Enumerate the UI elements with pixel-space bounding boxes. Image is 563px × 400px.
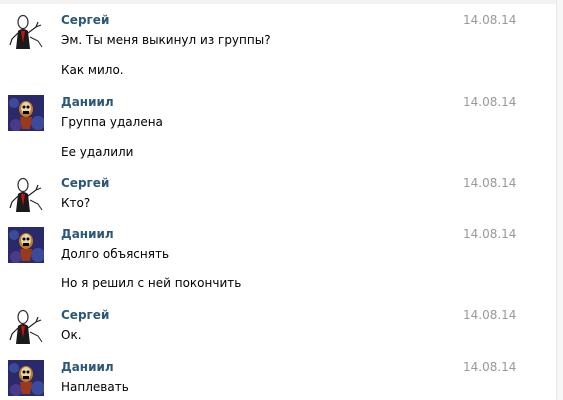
message-text: Ее удалили [61, 145, 134, 159]
message-text: Как мило. [61, 63, 124, 77]
skeleton-avatar[interactable] [8, 227, 44, 263]
message-history: Сергей 14.08.14 Эм. Ты меня выкинул из г… [0, 0, 563, 400]
slenderman-avatar[interactable] [8, 176, 44, 212]
message-group: Даниил 14.08.14 Группа удалена Ее удалил… [0, 95, 557, 165]
message-group: Сергей 14.08.14 Эм. Ты меня выкинул из г… [0, 13, 557, 83]
message-date: 14.08.14 [463, 13, 517, 27]
skeleton-avatar[interactable] [8, 95, 44, 131]
author-name[interactable]: Сергей [61, 13, 109, 27]
message-group: Даниил 14.08.14 Долго объяснять Но я реш… [0, 227, 557, 297]
message-date: 14.08.14 [463, 227, 517, 241]
slenderman-avatar[interactable] [8, 308, 44, 344]
message-group: Даниил 14.08.14 Наплевать [0, 360, 557, 400]
message-text: Наплевать [61, 380, 129, 394]
message-text: Долго объяснять [61, 247, 170, 261]
author-name[interactable]: Даниил [61, 95, 114, 109]
message-date: 14.08.14 [463, 95, 517, 109]
author-name[interactable]: Даниил [61, 227, 114, 241]
message-group: Сергей 14.08.14 Ок. [0, 308, 557, 348]
message-date: 14.08.14 [463, 360, 517, 374]
message-text: Ок. [61, 328, 82, 342]
author-name[interactable]: Даниил [61, 360, 114, 374]
message-text: Группа удалена [61, 115, 163, 129]
skeleton-avatar[interactable] [8, 360, 44, 396]
message-date: 14.08.14 [463, 308, 517, 322]
message-text: Но я решил с ней покончить [61, 276, 242, 290]
author-name[interactable]: Сергей [61, 176, 109, 190]
author-name[interactable]: Сергей [61, 308, 109, 322]
message-text: Эм. Ты меня выкинул из группы? [61, 33, 271, 47]
top-border [0, 0, 563, 4]
slenderman-avatar[interactable] [8, 13, 44, 49]
message-text: Кто? [61, 196, 91, 210]
message-date: 14.08.14 [463, 176, 517, 190]
message-group: Сергей 14.08.14 Кто? [0, 176, 557, 216]
scrollbar[interactable] [556, 0, 563, 400]
